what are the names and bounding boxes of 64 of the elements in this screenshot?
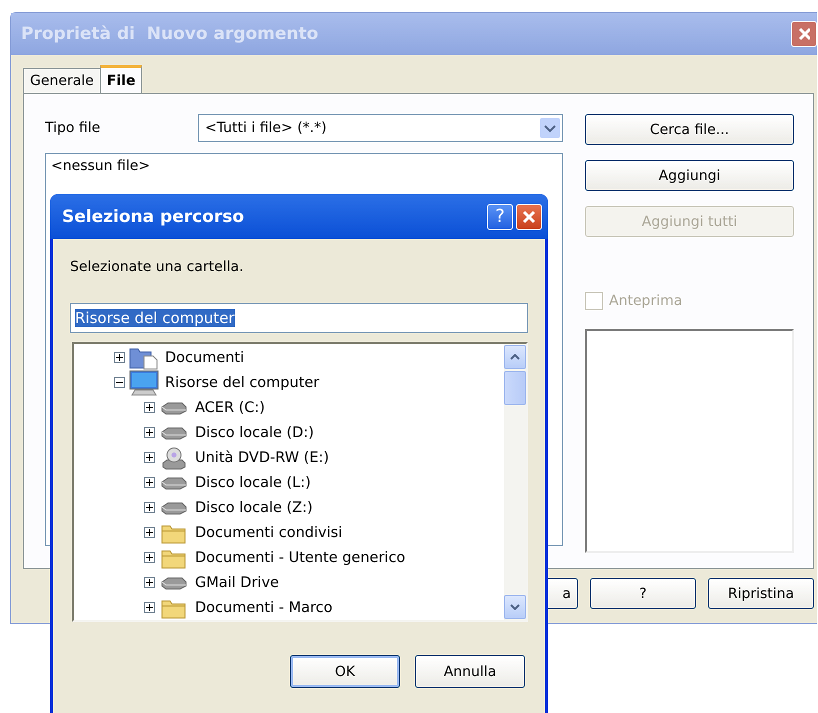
drive-icon: [160, 500, 188, 514]
action-button[interactable]: Aggiungi: [585, 160, 794, 191]
expand-toggle[interactable]: [144, 577, 155, 588]
disc-drive-icon: [162, 446, 186, 470]
documents-folder-icon: [129, 346, 159, 370]
dialog-button[interactable]: Ripristina: [708, 578, 814, 609]
close-icon: [798, 27, 810, 41]
action-button[interactable]: Cerca file...: [585, 114, 794, 145]
plus-icon: [146, 429, 153, 436]
plus-icon: [146, 604, 153, 611]
computer-icon: [129, 370, 159, 396]
tree-item[interactable]: Disco locale (D:): [193, 424, 314, 440]
list-item[interactable]: <nessun file>: [51, 158, 557, 174]
expand-toggle[interactable]: [114, 352, 125, 363]
expand-toggle[interactable]: [144, 452, 155, 463]
tree-item[interactable]: GMail Drive: [193, 574, 279, 590]
file-type-dropdown[interactable]: <Tutti i file> (*.*): [198, 114, 563, 142]
plus-icon: [146, 479, 153, 486]
prompt-text: Selezionate una cartella.: [70, 259, 245, 275]
close-icon: [522, 210, 536, 224]
expand-toggle[interactable]: [144, 402, 155, 413]
expand-toggle[interactable]: [144, 427, 155, 438]
expand-toggle[interactable]: [144, 502, 155, 513]
drive-icon: [160, 476, 188, 490]
tree-item[interactable]: Risorse del computer: [163, 374, 320, 390]
collapse-toggle[interactable]: [114, 377, 125, 388]
plus-icon: [116, 354, 123, 361]
plus-icon: [146, 404, 153, 411]
plus-icon: [146, 454, 153, 461]
close-button[interactable]: [516, 204, 542, 230]
checkbox-label: Anteprima: [609, 293, 682, 309]
plus-icon: [146, 529, 153, 536]
expand-toggle[interactable]: [144, 552, 155, 563]
tree-item[interactable]: ACER (C:): [193, 400, 265, 416]
tab[interactable]: Generale: [23, 68, 101, 93]
dialog-button[interactable]: ?: [590, 578, 696, 609]
scroll-thumb[interactable]: [504, 371, 526, 405]
dialog-title: Seleziona percorso: [62, 206, 244, 226]
tree-item[interactable]: Unità DVD-RW (E:): [193, 450, 330, 466]
drive-icon: [160, 400, 188, 414]
expand-toggle[interactable]: [144, 602, 155, 613]
minus-icon: [116, 379, 123, 386]
expand-toggle[interactable]: [144, 527, 155, 538]
scroll-up-button[interactable]: [504, 345, 526, 369]
drive-icon: [160, 426, 188, 440]
tab[interactable]: File: [100, 65, 142, 93]
tree-item[interactable]: Documenti - Utente generico: [193, 550, 406, 566]
dialog-button[interactable]: OK: [290, 655, 400, 688]
plus-icon: [146, 554, 153, 561]
plus-icon: [146, 504, 153, 511]
help-button[interactable]: ?: [487, 204, 513, 230]
tree-item[interactable]: Documenti condivisi: [193, 524, 342, 540]
tree-item[interactable]: Disco locale (L:): [193, 474, 311, 490]
dialog-button[interactable]: Annulla: [415, 655, 525, 688]
tree-item[interactable]: Documenti: [163, 350, 244, 366]
path-field[interactable]: Risorse del computer: [70, 303, 528, 333]
scroll-down-button[interactable]: [504, 595, 526, 619]
field-label: Tipo file: [45, 120, 102, 136]
tree-item[interactable]: Documenti - Marco: [193, 600, 332, 616]
expand-toggle[interactable]: [144, 477, 155, 488]
drive-icon: [160, 576, 188, 590]
tree-item[interactable]: Disco locale (Z:): [193, 500, 313, 516]
window-title: Proprietà di Nuovo argomento: [21, 24, 318, 44]
plus-icon: [146, 579, 153, 586]
